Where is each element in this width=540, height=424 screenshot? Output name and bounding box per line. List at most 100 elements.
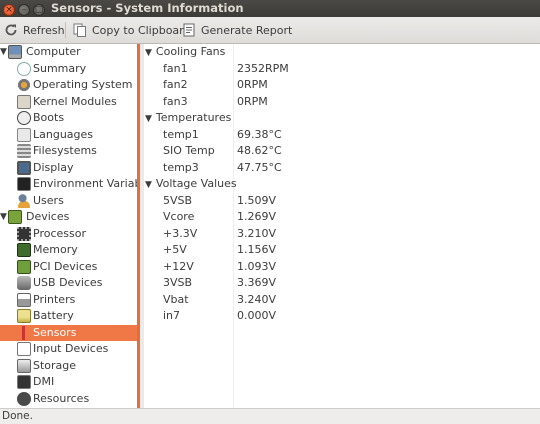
tree-item-usb-devices[interactable]: USB Devices [0, 275, 137, 291]
printer-icon [17, 292, 31, 307]
maximize-window-button[interactable]: □ [33, 4, 45, 16]
storage-icon [17, 358, 31, 373]
tree-item-environment-variables[interactable]: Environment Variables [0, 176, 137, 192]
sensor-name: temp1 [163, 127, 199, 141]
sensor-value: 0RPM [237, 94, 268, 108]
tree-item-languages[interactable]: Languages [0, 127, 137, 143]
tree-item-pci-devices[interactable]: PCI Devices [0, 259, 137, 275]
tree-item-resources[interactable]: Resources [0, 391, 137, 407]
refresh-icon [4, 23, 18, 37]
sensor-row[interactable]: temp1 69.38°C [144, 127, 540, 143]
tree-item-operating-system[interactable]: Operating System [0, 77, 137, 93]
sensor-name: Vbat [163, 292, 189, 306]
kernel-modules-icon [17, 94, 31, 109]
generate-report-label: Generate Report [201, 23, 293, 37]
tree-item-label: Sensors [33, 325, 77, 339]
tree-category-devices[interactable]: ▼ Devices [0, 209, 137, 225]
sensor-row[interactable]: in7 0.000V [144, 308, 540, 324]
sensor-row[interactable]: Vcore 1.269V [144, 209, 540, 225]
sensor-row[interactable]: SIO Temp 48.62°C [144, 143, 540, 159]
sensor-row[interactable]: fan3 0RPM [144, 94, 540, 110]
sensor-row[interactable]: Vbat 3.240V [144, 292, 540, 308]
toolbar: Refresh Copy to Clipboard Generate Repor… [0, 17, 540, 44]
sensor-row[interactable]: 3VSB 3.369V [144, 275, 540, 291]
status-text: Done. [2, 410, 33, 422]
tree-item-printers[interactable]: Printers [0, 292, 137, 308]
sensor-group-header[interactable]: ▼ Temperatures [144, 110, 231, 126]
tree-item-label: Printers [33, 292, 76, 306]
expander-arrow-icon[interactable]: ▼ [145, 180, 152, 190]
tree-item-storage[interactable]: Storage [0, 358, 137, 374]
sensor-name: Vcore [163, 210, 195, 223]
tree-item-input-devices[interactable]: Input Devices [0, 341, 137, 357]
memory-icon [17, 243, 31, 257]
display-icon [17, 160, 31, 175]
copy-to-clipboard-button[interactable]: Copy to Clipboard [73, 21, 190, 39]
tree-item-summary[interactable]: Summary [0, 61, 137, 77]
tree-item-label: Memory [33, 243, 78, 256]
tree-category-computer[interactable]: ▼ Computer [0, 44, 137, 60]
computer-icon [8, 45, 22, 59]
tree-item-label: Languages [33, 127, 94, 141]
tree-item-memory[interactable]: Memory [0, 242, 137, 258]
minimize-window-button[interactable]: – [18, 4, 30, 16]
sensor-name: +12V [163, 259, 194, 273]
sensor-value: 69.38°C [237, 127, 282, 141]
close-window-button[interactable]: × [3, 4, 15, 16]
generate-report-button[interactable]: Generate Report [182, 21, 292, 39]
devices-icon [8, 210, 22, 224]
tree-item-users[interactable]: Users [0, 193, 137, 209]
sensor-row[interactable]: +5V 1.156V [144, 242, 540, 258]
tree-item-battery[interactable]: Battery [0, 308, 137, 324]
tree-item-sensors[interactable]: Sensors [0, 324, 137, 341]
sensor-row[interactable]: 5VSB 1.509V [144, 193, 540, 209]
sensor-value: 3.210V [237, 226, 277, 240]
expander-arrow-icon[interactable]: ▼ [145, 114, 152, 124]
tree-item-label: Processor [33, 226, 86, 240]
tree-item-label: Resources [33, 391, 90, 405]
tree-item-label: Summary [33, 61, 87, 75]
expander-arrow-icon[interactable]: ▼ [0, 209, 7, 225]
summary-icon [17, 61, 31, 76]
sensor-group-header[interactable]: ▼ Voltage Values [144, 176, 237, 192]
sensor-row[interactable]: fan2 0RPM [144, 77, 540, 93]
tree-item-dmi[interactable]: DMI [0, 374, 137, 390]
tree-item-label: PCI Devices [33, 259, 98, 273]
sensor-group-label: Temperatures [155, 111, 232, 124]
sensor-name: fan1 [163, 61, 188, 75]
tree-item-boots[interactable]: Boots [0, 110, 137, 126]
tree-item-label: USB Devices [33, 276, 103, 289]
env-vars-icon [17, 177, 31, 191]
tree-item-display[interactable]: Display [0, 160, 137, 176]
sensor-row[interactable]: +3.3V 3.210V [144, 226, 540, 242]
tree-item-label: Kernel Modules [33, 94, 117, 108]
expander-arrow-icon[interactable]: ▼ [145, 48, 152, 58]
tree-item-label: Battery [33, 309, 74, 322]
tree-item-label: Input Devices [33, 342, 109, 355]
sensor-group-label: Voltage Values [155, 177, 237, 190]
sensor-row[interactable]: temp3 47.75°C [144, 160, 540, 176]
sensor-name: +5V [163, 243, 187, 256]
sensor-value: 3.369V [237, 276, 277, 289]
languages-icon [17, 127, 31, 142]
tree-item-label: Computer [26, 45, 81, 58]
resources-icon [17, 391, 31, 406]
sensor-row[interactable]: fan1 2352RPM [144, 61, 540, 77]
tree-item-label: Devices [26, 210, 70, 223]
sensor-row[interactable]: +12V 1.093V [144, 259, 540, 275]
tree-item-label: Users [33, 193, 64, 207]
sensor-group-header[interactable]: ▼ Cooling Fans [144, 44, 225, 60]
tree-item-kernel-modules[interactable]: Kernel Modules [0, 94, 137, 110]
tree-item-label: Display [33, 160, 74, 174]
tree-item-processor[interactable]: Processor [0, 226, 137, 242]
tree-item-filesystems[interactable]: Filesystems [0, 143, 137, 159]
sensor-value: 3.240V [237, 292, 277, 306]
users-icon [17, 193, 31, 208]
tree-item-label: Operating System [33, 78, 133, 91]
sensor-value: 47.75°C [237, 160, 282, 174]
title-bar: × – □ Sensors - System Information [0, 0, 540, 17]
refresh-button[interactable]: Refresh [4, 21, 65, 39]
expander-arrow-icon[interactable]: ▼ [0, 44, 7, 60]
refresh-label: Refresh [23, 23, 65, 37]
category-tree[interactable]: ▼ Computer Summary Operating System Kernel M… [0, 44, 137, 408]
